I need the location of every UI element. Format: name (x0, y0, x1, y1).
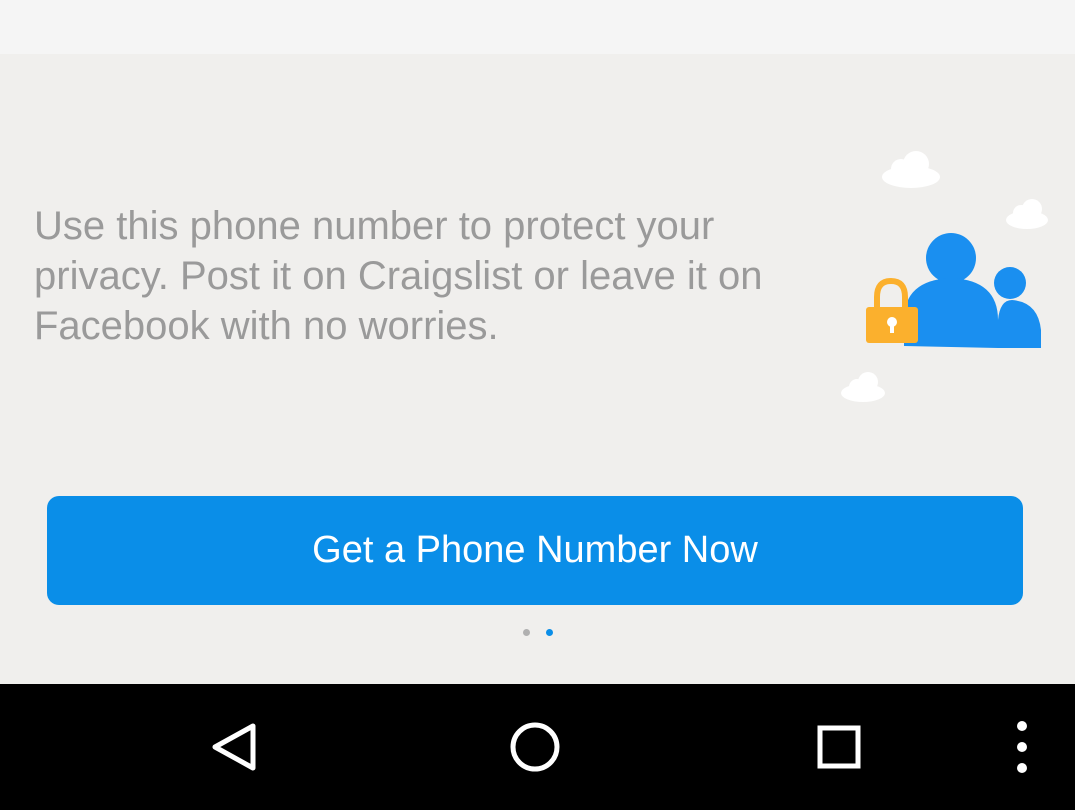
people-icon (904, 233, 1041, 348)
page-dot[interactable] (522, 628, 530, 636)
back-button[interactable] (180, 684, 290, 810)
recents-button[interactable] (784, 684, 894, 810)
overflow-menu-button[interactable] (967, 684, 1075, 810)
cloud-icon (1006, 199, 1048, 229)
back-icon (212, 723, 256, 771)
overflow-menu-icon (1017, 721, 1027, 773)
page-dot-active[interactable] (545, 628, 553, 636)
onboarding-description: Use this phone number to protect your pr… (34, 204, 763, 348)
home-button[interactable] (480, 684, 590, 810)
recents-icon (817, 725, 861, 769)
onboarding-page: Use this phone number to protect your pr… (0, 54, 1075, 684)
cloud-icon (841, 372, 885, 402)
home-icon (510, 722, 560, 772)
padlock-icon (866, 277, 918, 343)
page-indicator (0, 626, 1075, 638)
system-navigation-bar (0, 684, 1075, 810)
top-strip (0, 0, 1075, 54)
get-phone-number-button[interactable]: Get a Phone Number Now (47, 496, 1023, 605)
cloud-icon (882, 151, 940, 188)
privacy-illustration (838, 150, 1058, 410)
